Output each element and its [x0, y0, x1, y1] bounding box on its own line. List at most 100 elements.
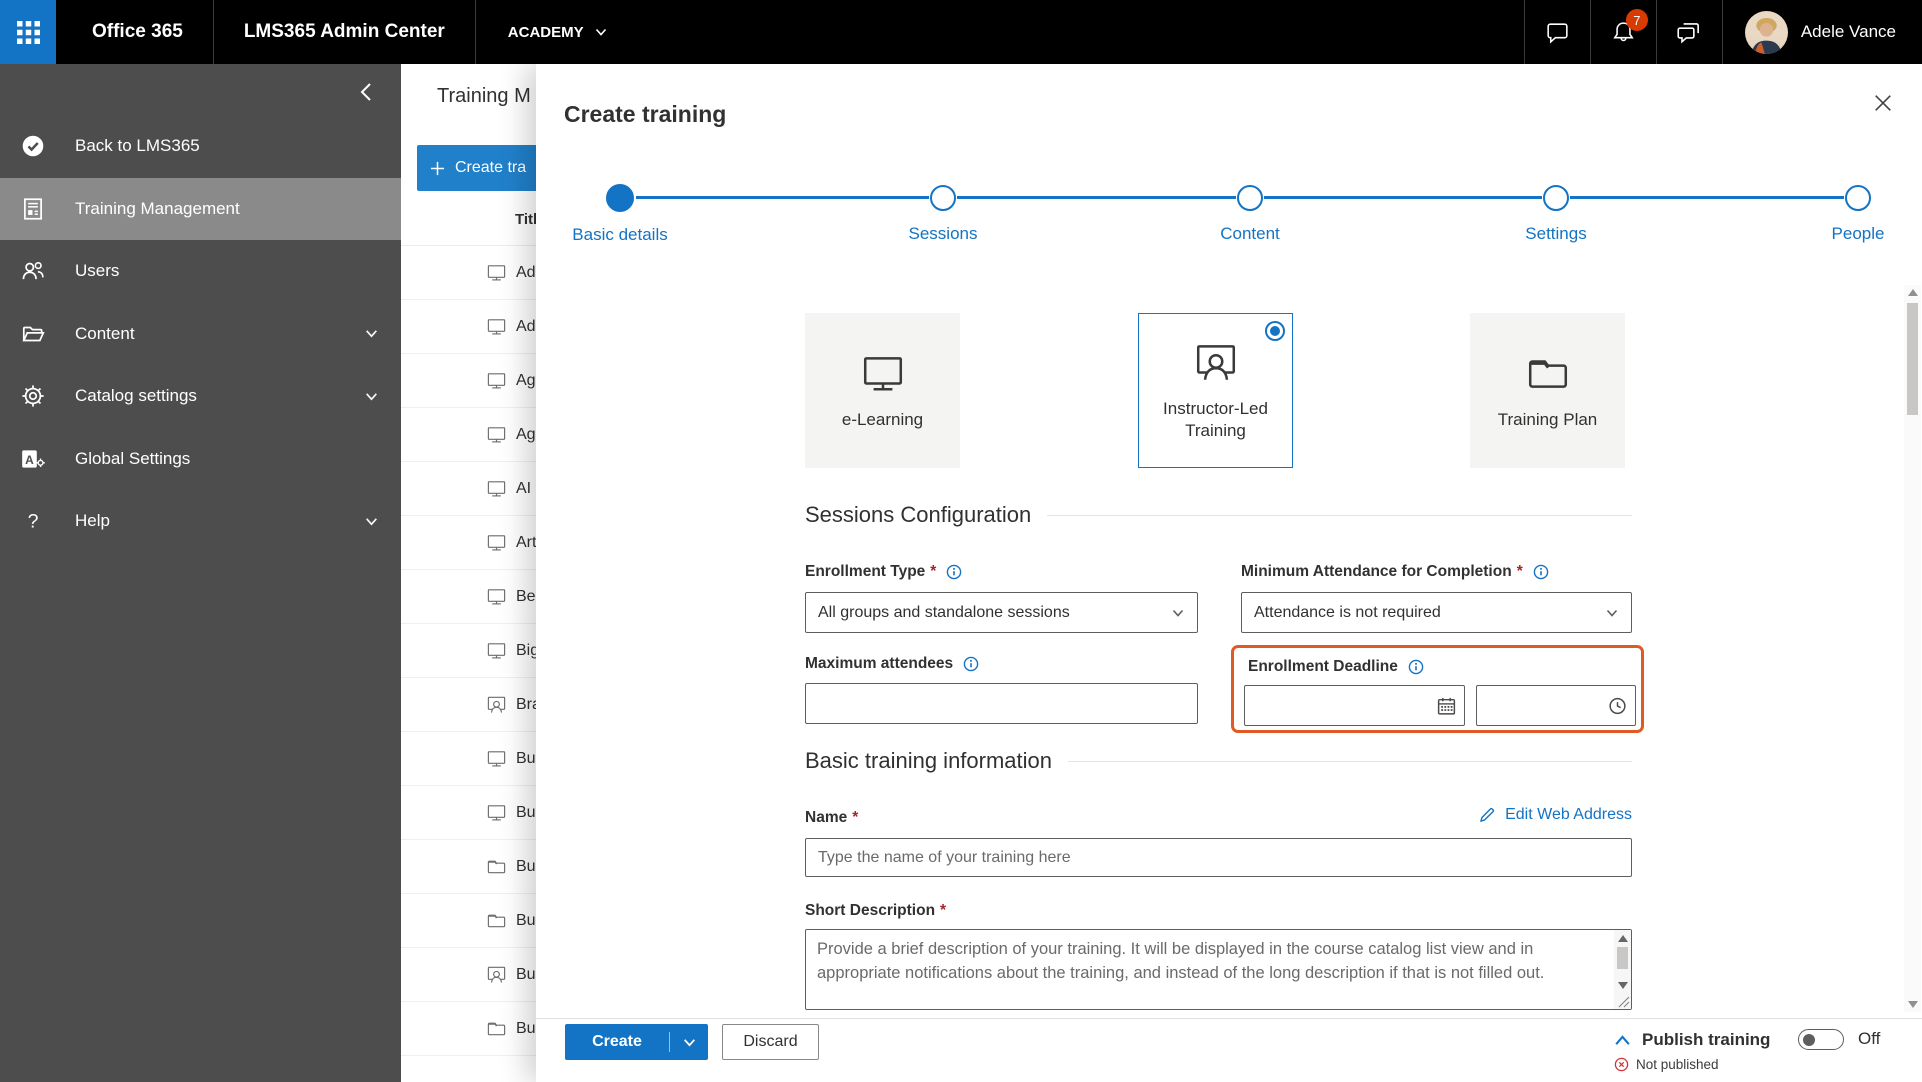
- table-row[interactable]: Big: [401, 624, 536, 678]
- step-label: Settings: [1525, 224, 1587, 243]
- step-basic-details[interactable]: Basic details: [540, 184, 700, 245]
- table-row[interactable]: Bu: [401, 894, 536, 948]
- training-type-training-plan[interactable]: Training Plan: [1470, 313, 1625, 468]
- table-row[interactable]: Bu: [401, 1002, 536, 1056]
- chevron-down-icon: [366, 392, 377, 401]
- folder-icon: [486, 1018, 507, 1039]
- chat-button[interactable]: [1525, 0, 1590, 64]
- topbar-actions: 7 Adele Vance: [1523, 0, 1922, 64]
- not-published-icon: [1614, 1057, 1629, 1072]
- scrollbar-thumb[interactable]: [1907, 303, 1918, 415]
- monitor-icon: [486, 640, 507, 661]
- monitor-icon: [486, 748, 507, 769]
- sidebar-item-content[interactable]: Content: [0, 303, 401, 366]
- selected-radio: [1265, 321, 1285, 341]
- sidebar-item-help[interactable]: ? Help: [0, 490, 401, 553]
- table-row[interactable]: Ag: [401, 408, 536, 462]
- create-button[interactable]: Create: [565, 1024, 708, 1060]
- table-row[interactable]: Bu: [401, 948, 536, 1002]
- people-icon: [22, 262, 44, 280]
- notifications-button[interactable]: 7: [1591, 0, 1656, 64]
- info-icon[interactable]: [946, 564, 962, 580]
- enrollment-deadline-date-input[interactable]: [1244, 685, 1465, 726]
- sidebar-item-label: Training Management: [75, 198, 240, 218]
- title-column-header[interactable]: Titl: [515, 211, 536, 228]
- short-description-area: [805, 929, 1632, 1010]
- step-content[interactable]: Content: [1170, 185, 1330, 244]
- step-circle: [930, 185, 956, 211]
- open-folder-icon: [22, 326, 45, 342]
- sidebar-collapse-button[interactable]: [355, 80, 379, 104]
- close-icon[interactable]: [1870, 90, 1896, 116]
- gear-icon: [22, 385, 44, 407]
- avatar: [1744, 10, 1788, 54]
- scroll-down-arrow[interactable]: [1907, 1001, 1918, 1008]
- training-type-instructor-led[interactable]: Instructor-Led Training: [1138, 313, 1293, 468]
- edit-web-address-link[interactable]: Edit Web Address: [1478, 806, 1632, 824]
- step-people[interactable]: People: [1778, 185, 1922, 244]
- scrollbar-thumb[interactable]: [1617, 947, 1628, 969]
- training-name-input[interactable]: [805, 838, 1632, 877]
- info-icon[interactable]: [963, 656, 979, 672]
- scroll-up-arrow[interactable]: [1617, 935, 1628, 942]
- info-icon[interactable]: [1533, 564, 1549, 580]
- app-launcher-button[interactable]: [0, 0, 56, 64]
- step-sessions[interactable]: Sessions: [863, 185, 1023, 244]
- table-row[interactable]: Bu: [401, 732, 536, 786]
- sidebar-item-back-to-lms365[interactable]: Back to LMS365: [0, 115, 401, 178]
- publish-expand-icon[interactable]: [1612, 1030, 1633, 1051]
- plus-icon: [430, 161, 445, 175]
- short-description-input[interactable]: [805, 929, 1632, 1010]
- table-row[interactable]: AI: [401, 462, 536, 516]
- table-row[interactable]: Be: [401, 570, 536, 624]
- section-heading: Basic training information: [805, 748, 1053, 773]
- sidebar-item-catalog-settings[interactable]: Catalog settings: [0, 365, 401, 428]
- sidebar-item-label: Global Settings: [75, 448, 191, 468]
- enrollment-type-select[interactable]: All groups and standalone sessions: [805, 592, 1198, 633]
- enrollment-deadline-time: [1476, 685, 1636, 726]
- create-options-button[interactable]: [670, 1024, 708, 1060]
- textarea-scrollbar[interactable]: [1614, 930, 1631, 1009]
- instructor-icon: [486, 694, 507, 715]
- short-description-label: Short Description *: [805, 902, 947, 919]
- toggle-knob: [1803, 1033, 1815, 1046]
- sidebar-item-training-management[interactable]: Training Management: [0, 177, 401, 240]
- table-row[interactable]: Ad: [401, 246, 536, 300]
- minimum-attendance-select[interactable]: Attendance is not required: [1241, 592, 1632, 633]
- table-row[interactable]: Bra: [401, 678, 536, 732]
- table-row[interactable]: Bu: [401, 840, 536, 894]
- user-menu[interactable]: Adele Vance: [1723, 0, 1922, 64]
- office-365-brand[interactable]: Office 365: [56, 0, 213, 64]
- resize-grip[interactable]: [1616, 994, 1630, 1008]
- enrollment-deadline-highlight: Enrollment Deadline: [1231, 645, 1644, 733]
- footer-divider: [536, 1018, 1922, 1019]
- scroll-down-arrow[interactable]: [1617, 982, 1628, 989]
- feedback-button[interactable]: [1657, 0, 1722, 64]
- table-row[interactable]: Art: [401, 516, 536, 570]
- tenant-selector[interactable]: ACADEMY: [476, 0, 640, 64]
- select-value: Attendance is not required: [1254, 603, 1441, 621]
- table-row[interactable]: Ad: [401, 300, 536, 354]
- publish-toggle[interactable]: [1798, 1029, 1844, 1050]
- table-row[interactable]: Bu: [401, 786, 536, 840]
- sidebar-item-global-settings[interactable]: A Global Settings: [0, 428, 401, 491]
- chat-icon: [1547, 22, 1568, 44]
- table-row[interactable]: Ag: [401, 354, 536, 408]
- info-icon[interactable]: [1408, 659, 1424, 675]
- discard-button[interactable]: Discard: [722, 1024, 819, 1060]
- sidebar-nav: Back to LMS365 Training Management Users…: [0, 115, 401, 553]
- create-training-button[interactable]: Create tra: [417, 145, 536, 191]
- calendar-icon[interactable]: [1436, 695, 1457, 716]
- training-type-elearning[interactable]: e-Learning: [805, 313, 960, 468]
- training-list-rows: Ad Ad Ag Ag AI Art Be Big Br Bu Bu Bu Bu…: [401, 245, 536, 1056]
- step-settings[interactable]: Settings: [1476, 185, 1636, 244]
- sessions-configuration-section: Sessions Configuration: [805, 502, 1632, 528]
- clock-icon[interactable]: [1607, 695, 1628, 716]
- maximum-attendees-input[interactable]: [805, 683, 1198, 724]
- modal-scrollbar[interactable]: [1904, 285, 1921, 1012]
- scroll-up-arrow[interactable]: [1907, 289, 1918, 296]
- admin-center-title[interactable]: LMS365 Admin Center: [214, 0, 475, 64]
- sidebar-item-users[interactable]: Users: [0, 240, 401, 303]
- modal-title: Create training: [564, 101, 727, 128]
- training-type-label: Training Plan: [1497, 410, 1598, 429]
